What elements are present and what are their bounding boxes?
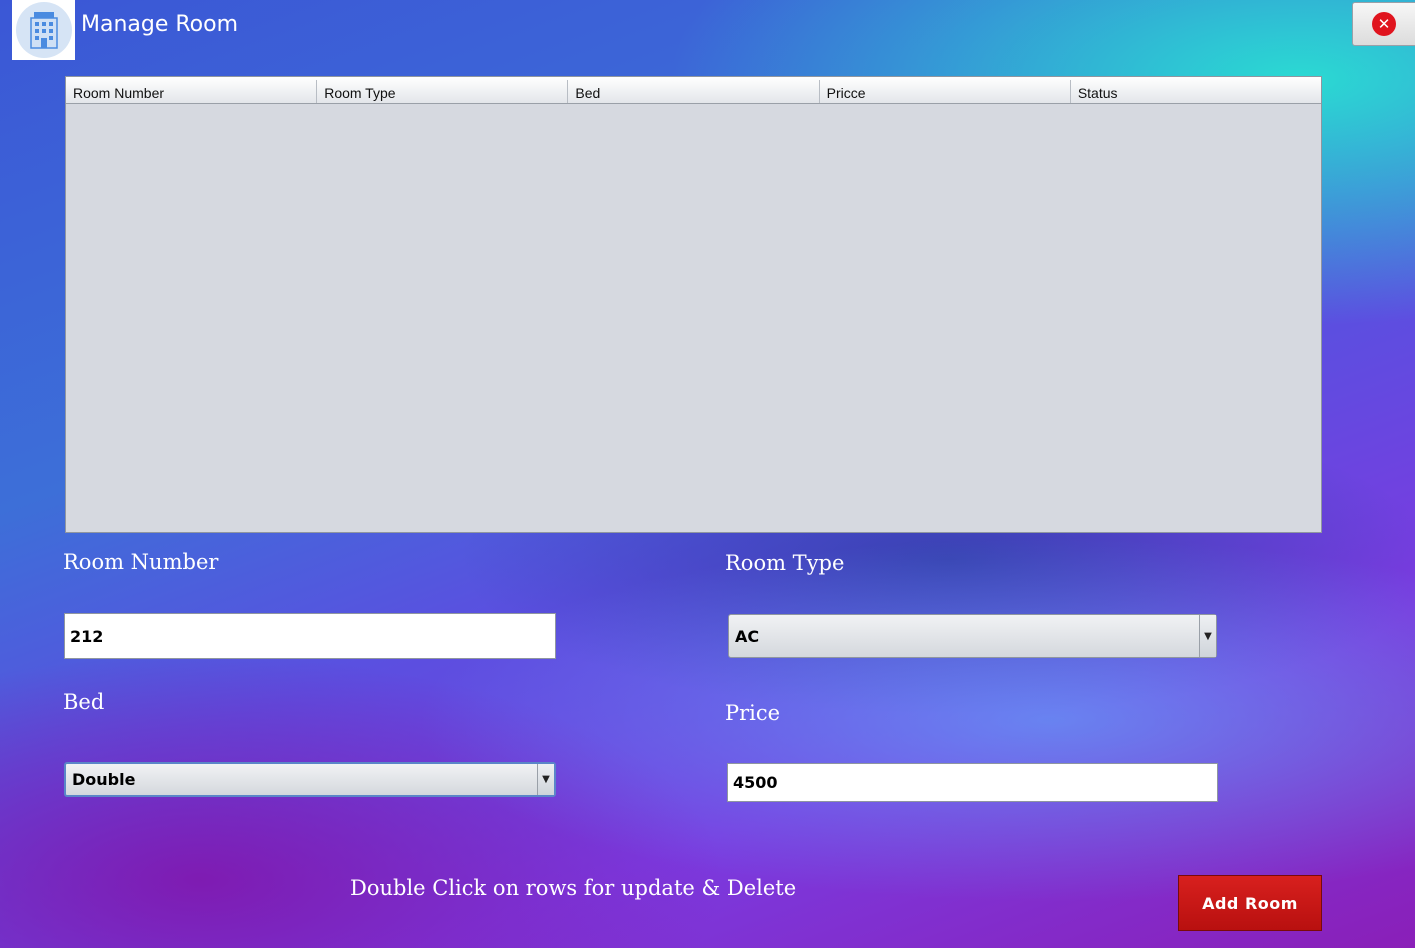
app-logo bbox=[12, 0, 75, 60]
column-header-room-number[interactable]: Room Number bbox=[66, 80, 318, 103]
bed-select[interactable]: Double ▼ bbox=[64, 762, 556, 797]
bed-label: Bed bbox=[63, 690, 105, 714]
column-header-room-type[interactable]: Room Type bbox=[317, 80, 569, 103]
room-type-select[interactable]: AC ▼ bbox=[728, 614, 1217, 658]
chevron-down-icon[interactable]: ▼ bbox=[537, 764, 554, 795]
column-header-status[interactable]: Status bbox=[1071, 80, 1321, 103]
window-title: Manage Room bbox=[81, 12, 239, 37]
column-header-price[interactable]: Pricce bbox=[820, 80, 1071, 103]
hotel-building-icon bbox=[15, 2, 72, 58]
close-icon: ✕ bbox=[1372, 12, 1396, 36]
bed-value: Double bbox=[72, 770, 136, 789]
price-input[interactable]: 4500 bbox=[727, 763, 1218, 802]
room-type-value: AC bbox=[735, 626, 760, 646]
column-header-bed[interactable]: Bed bbox=[568, 80, 820, 103]
update-delete-hint: Double Click on rows for update & Delete bbox=[350, 876, 797, 900]
close-button[interactable]: ✕ bbox=[1352, 2, 1415, 46]
table-header: Room Number Room Type Bed Pricce Status bbox=[66, 77, 1321, 104]
room-number-input[interactable]: 212 bbox=[64, 613, 556, 659]
price-label: Price bbox=[725, 701, 781, 725]
add-room-button[interactable]: Add Room bbox=[1178, 875, 1322, 931]
table-body[interactable] bbox=[66, 104, 1321, 533]
rooms-table[interactable]: Room Number Room Type Bed Pricce Status bbox=[65, 76, 1322, 533]
room-number-label: Room Number bbox=[63, 550, 219, 574]
room-type-label: Room Type bbox=[725, 551, 845, 575]
chevron-down-icon[interactable]: ▼ bbox=[1199, 615, 1216, 657]
